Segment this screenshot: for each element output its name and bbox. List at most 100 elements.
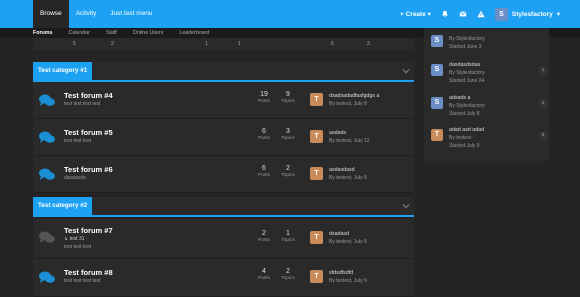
subnav-staff[interactable]: Staff — [106, 28, 117, 38]
last-post-meta: By testest, July 9 — [329, 278, 367, 284]
stub-number: 1 — [205, 41, 208, 47]
topic-started: Started July 9 — [449, 143, 480, 149]
posts-value: 2 — [262, 230, 266, 237]
last-post-meta: By testest, July 8 — [329, 101, 367, 107]
posts-count: 6 Posts — [253, 128, 275, 141]
create-menu[interactable]: + Create ▾ — [400, 10, 431, 18]
forum-title[interactable]: Test forum #7 — [64, 226, 113, 235]
subnav-calendar[interactable]: Calendar — [68, 28, 90, 38]
category-title[interactable]: Test category #1 — [33, 62, 93, 80]
topic-avatar[interactable]: S — [431, 35, 443, 47]
subnav-online-users[interactable]: Online Users — [133, 28, 164, 38]
topics-label: Topics — [281, 173, 295, 178]
forum-bubbles-icon — [39, 168, 55, 180]
stub-number: 1 — [238, 41, 241, 47]
last-post-title[interactable]: dsadsadadfasfgdgs a — [329, 93, 379, 99]
sidebar-topic[interactable]: S dasdasdsdas By Stylesfactory Started J… — [431, 62, 549, 88]
last-post-meta: By testest, July 8 — [329, 175, 367, 181]
last-poster-avatar[interactable]: T — [310, 231, 323, 244]
forum-description: test test test — [64, 138, 91, 144]
nav-activity[interactable]: Activity — [69, 0, 104, 28]
last-post-meta: By testest, July 8 — [329, 239, 367, 245]
sidebar-topic[interactable]: S By Stylesfactory Started June 3 — [431, 30, 549, 52]
forum-description: dasdasda — [64, 175, 86, 181]
subforum-link[interactable]: ↳ test 31 — [64, 236, 85, 242]
topics-count: 1 Topics — [277, 230, 299, 243]
topics-value: 9 — [286, 91, 290, 98]
forum-row[interactable]: Test forum #7 ↳ test 31 test test test 2… — [33, 219, 414, 259]
forum-bubbles-icon — [39, 94, 55, 106]
forum-row[interactable]: Test forum #5 test test test 6 Posts 3 Top… — [33, 119, 414, 156]
forum-description: test test test test — [64, 278, 101, 284]
stub-number: 6 — [331, 41, 334, 47]
forum-title[interactable]: Test forum #6 — [64, 165, 113, 174]
last-post-title[interactable]: sfdsdfsdfd — [329, 270, 353, 276]
chevron-down-icon: ▾ — [556, 11, 560, 18]
subnav-leaderboard[interactable]: Leaderboard — [179, 28, 209, 38]
forum-row[interactable]: Test forum #4 test test test test 19 Post… — [33, 82, 414, 119]
last-poster-avatar[interactable]: T — [310, 130, 323, 143]
topic-avatar[interactable]: S — [431, 97, 443, 109]
topics-label: Topics — [281, 276, 295, 281]
warning-icon[interactable] — [477, 10, 485, 18]
envelope-icon[interactable] — [459, 10, 467, 18]
topics-value: 2 — [286, 268, 290, 275]
posts-value: 19 — [260, 91, 268, 98]
category-title[interactable]: Test category #2 — [33, 197, 93, 215]
forum-title[interactable]: Test forum #4 — [64, 91, 113, 100]
last-poster-avatar[interactable]: T — [310, 167, 323, 180]
forum-row[interactable]: Test forum #6 dasdasda 6 Posts 2 Topics T … — [33, 156, 414, 193]
category-header: Test category #1 — [33, 62, 414, 82]
posts-count: 4 Posts — [253, 268, 275, 281]
posts-label: Posts — [258, 99, 270, 104]
reply-count-badge: 1 — [538, 99, 548, 109]
last-post-meta: By testest, July 12 — [329, 138, 370, 144]
nav-browse[interactable]: Browse — [33, 0, 69, 28]
topic-avatar[interactable]: S — [431, 64, 443, 76]
user-menu[interactable]: S Stylesfactory ▾ — [494, 7, 560, 21]
last-poster-avatar[interactable]: T — [310, 93, 323, 106]
sidebar-recent-topics: S By Stylesfactory Started June 3 S dasd… — [424, 28, 549, 161]
last-post-title[interactable]: dsadasd — [329, 231, 349, 237]
forum-description: test test test test — [64, 101, 101, 107]
subnav-forums[interactable]: Forums — [33, 28, 52, 38]
sidebar-topic[interactable]: T adad asd adad By testest Started July … — [431, 127, 549, 153]
posts-label: Posts — [258, 276, 270, 281]
chevron-down-icon[interactable] — [402, 202, 410, 210]
forum-title[interactable]: Test forum #8 — [64, 268, 113, 277]
topic-avatar[interactable]: T — [431, 129, 443, 141]
posts-count: 6 Posts — [253, 165, 275, 178]
topics-label: Topics — [281, 99, 295, 104]
bell-icon[interactable] — [441, 10, 449, 18]
forum-description: test test test — [64, 244, 91, 250]
last-post-title[interactable]: asdasdasd — [329, 167, 355, 173]
posts-value: 4 — [262, 268, 266, 275]
topic-title[interactable]: dasdasdsdas — [449, 62, 480, 68]
forum-row[interactable]: Test forum #8 test test test test 4 Posts… — [33, 259, 414, 297]
forum-bubbles-icon — [39, 231, 55, 243]
topic-author: By Stylesfactory — [449, 103, 485, 109]
forum-title[interactable]: Test forum #5 — [64, 128, 113, 137]
topic-title[interactable]: adsads a — [449, 95, 471, 101]
posts-count: 19 Posts — [253, 91, 275, 104]
reply-count-badge: 1 — [538, 66, 548, 76]
last-poster-avatar[interactable]: T — [310, 270, 323, 283]
top-navigation-bar: Browse Activity Just test menu + Create … — [0, 0, 580, 28]
topic-author: By Stylesfactory — [449, 70, 485, 76]
topic-author: By testest — [449, 135, 471, 141]
reply-count-badge: 0 — [538, 131, 548, 141]
previous-row-partial: 5 2 1 1 6 3 — [33, 38, 414, 50]
topic-author: By Stylesfactory — [449, 36, 485, 42]
category-header: Test category #2 — [33, 197, 414, 217]
topic-title[interactable]: adad asd adad — [449, 127, 484, 133]
posts-value: 6 — [262, 165, 266, 172]
last-post-title[interactable]: asdads — [329, 130, 346, 136]
topics-count: 9 Topics — [277, 91, 299, 104]
sidebar-topic[interactable]: S adsads a By Stylesfactory Started July… — [431, 95, 549, 121]
topics-count: 3 Topics — [277, 128, 299, 141]
chevron-down-icon[interactable] — [402, 67, 410, 75]
posts-value: 6 — [262, 128, 266, 135]
topics-value: 2 — [286, 165, 290, 172]
nav-just-test-menu[interactable]: Just test menu — [103, 0, 159, 28]
stub-number: 5 — [73, 41, 76, 47]
